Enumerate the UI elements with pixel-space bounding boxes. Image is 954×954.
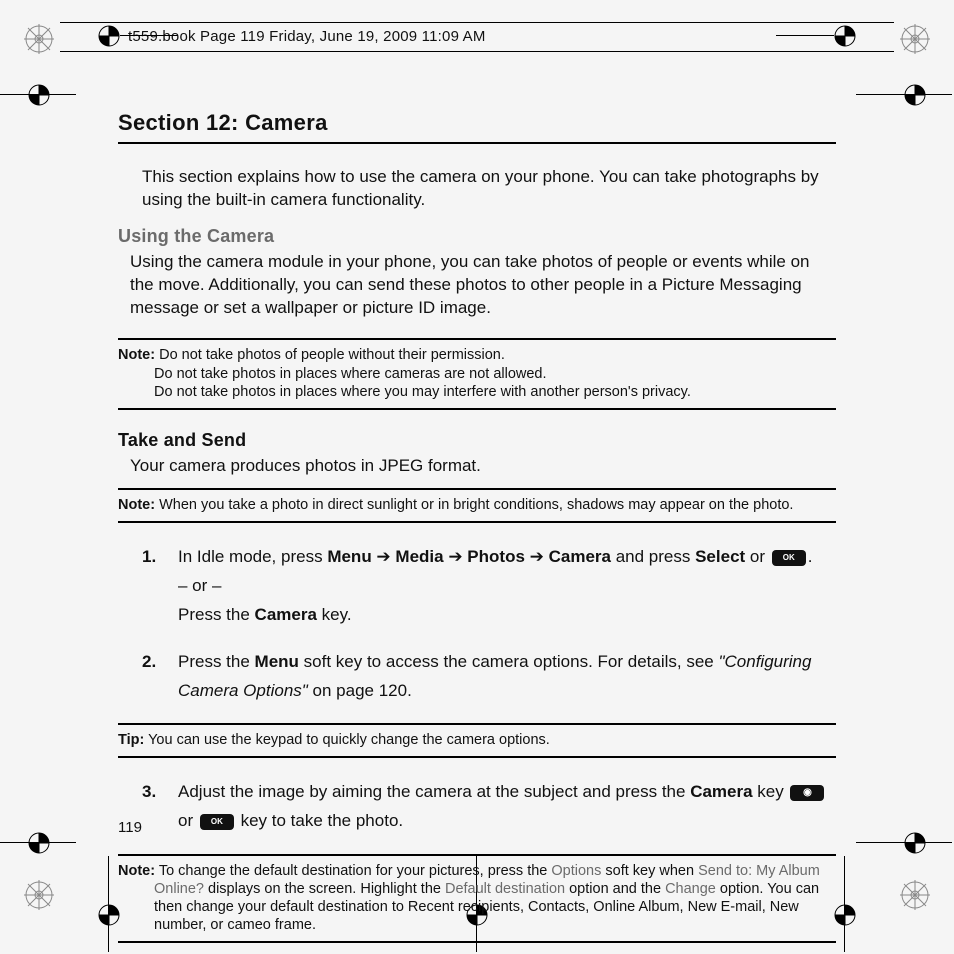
arrow-icon: ➔ — [525, 547, 549, 566]
photos-label: Photos — [467, 547, 525, 566]
step-text: Press the — [178, 652, 255, 671]
note-label: Note: — [118, 863, 155, 879]
step-text: key — [753, 782, 789, 801]
camera-key-label: Camera — [255, 605, 317, 624]
title-rule — [118, 142, 836, 144]
arrow-icon: ➔ — [444, 547, 468, 566]
note-text: displays on the screen. Highlight the — [204, 881, 445, 897]
note-text: soft key when — [601, 863, 698, 879]
note-destination: Note: To change the default destination … — [118, 854, 836, 943]
step-text: soft key to access the camera options. F… — [299, 652, 719, 671]
note-text: Do not take photos in places where you m… — [118, 383, 836, 402]
step-text: In Idle mode, press — [178, 547, 327, 566]
note-permission: Note: Do not take photos of people witho… — [118, 338, 836, 411]
page-number: 119 — [118, 819, 142, 836]
step-text: key. — [317, 605, 352, 624]
section-title: Section 12: Camera — [118, 110, 836, 136]
step-text: and press — [611, 547, 695, 566]
note-label: Note: — [118, 347, 155, 363]
step-3: Adjust the image by aiming the camera at… — [142, 778, 836, 836]
note-text: option and the — [565, 881, 665, 897]
step-text: . — [808, 547, 813, 566]
using-camera-heading: Using the Camera — [118, 226, 836, 247]
or-separator: – or – — [178, 572, 836, 601]
step-2: Press the Menu soft key to access the ca… — [142, 648, 836, 706]
default-destination-option: Default destination — [445, 881, 565, 897]
step-text: Adjust the image by aiming the camera at… — [178, 782, 690, 801]
note-label: Note: — [118, 497, 155, 513]
steps-list: In Idle mode, press Menu ➔ Media ➔ Photo… — [118, 543, 836, 705]
note-text: Do not take photos of people without the… — [159, 347, 505, 363]
change-option: Change — [665, 881, 716, 897]
using-camera-body: Using the camera module in your phone, y… — [130, 251, 836, 320]
ok-key-icon: OK — [772, 550, 806, 566]
select-label: Select — [695, 547, 745, 566]
arrow-icon: ➔ — [372, 547, 396, 566]
take-send-body: Your camera produces photos in JPEG form… — [130, 455, 836, 478]
page-content: Section 12: Camera This section explains… — [0, 0, 954, 954]
camera-key-icon: ◉ — [790, 785, 824, 801]
step-text: key to take the photo. — [236, 811, 403, 830]
camera-label: Camera — [549, 547, 611, 566]
tip-text: You can use the keypad to quickly change… — [148, 732, 550, 748]
note-text: Do not take photos in places where camer… — [118, 365, 836, 384]
ok-key-icon: OK — [200, 814, 234, 830]
step-text: Press the — [178, 605, 255, 624]
note-text: To change the default destination for yo… — [159, 863, 552, 879]
step-1: In Idle mode, press Menu ➔ Media ➔ Photo… — [142, 543, 836, 630]
camera-key-label: Camera — [690, 782, 752, 801]
intro-text: This section explains how to use the cam… — [142, 166, 836, 212]
step-text: or — [178, 811, 198, 830]
tip-label: Tip: — [118, 732, 144, 748]
note-text: When you take a photo in direct sunlight… — [159, 497, 793, 513]
media-label: Media — [395, 547, 443, 566]
options-softkey: Options — [551, 863, 601, 879]
take-send-heading: Take and Send — [118, 430, 836, 451]
note-sunlight: Note: When you take a photo in direct su… — [118, 488, 836, 523]
step-text: or — [745, 547, 770, 566]
menu-softkey-label: Menu — [255, 652, 299, 671]
menu-label: Menu — [327, 547, 371, 566]
steps-list-cont: Adjust the image by aiming the camera at… — [118, 778, 836, 836]
tip-keypad: Tip: You can use the keypad to quickly c… — [118, 723, 836, 758]
step-text: on page 120. — [308, 681, 412, 700]
